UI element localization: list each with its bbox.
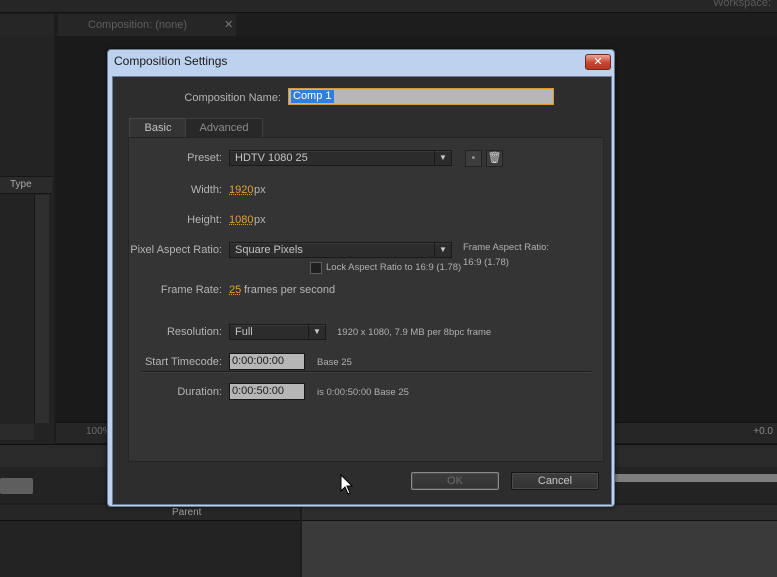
- preset-label: Preset:: [187, 152, 222, 164]
- close-icon[interactable]: ✕: [585, 54, 611, 70]
- duration-label: Duration:: [177, 386, 222, 398]
- resolution-label: Resolution:: [166, 326, 222, 338]
- dialog-body: Composition Name: Comp 1 Basic Advanced …: [112, 76, 612, 505]
- preset-dropdown[interactable]: HDTV 1080 25 ▼: [229, 150, 452, 166]
- tab-advanced[interactable]: Advanced: [185, 118, 263, 137]
- preset-value: HDTV 1080 25: [235, 152, 308, 164]
- basic-settings-panel: Preset: HDTV 1080 25 ▼ ▪ 🗑 Width: 1920 p…: [128, 137, 604, 462]
- chevron-down-icon: ▼: [434, 151, 451, 165]
- width-label: Width:: [190, 184, 222, 196]
- height-unit: px: [254, 214, 266, 226]
- frame-rate-label: Frame Rate:: [160, 284, 222, 296]
- project-panel-header: [0, 14, 54, 37]
- cancel-button[interactable]: Cancel: [511, 472, 599, 490]
- frame-aspect-value: 16:9 (1.78): [463, 257, 509, 268]
- composition-name-input[interactable]: Comp 1: [288, 88, 554, 105]
- mouse-cursor-icon: [340, 474, 354, 495]
- duration-info: is 0:00:50:00 Base 25: [317, 387, 409, 398]
- type-column-label: Type: [10, 179, 32, 190]
- work-area-bar[interactable]: [615, 474, 777, 482]
- start-timecode-label: Start Timecode:: [144, 356, 222, 368]
- chevron-down-icon: ▼: [434, 243, 451, 257]
- time-ruler[interactable]: [302, 505, 777, 521]
- width-unit: px: [254, 184, 266, 196]
- project-scrollbar[interactable]: [34, 195, 49, 423]
- height-value[interactable]: 1080: [229, 214, 253, 226]
- resolution-dropdown[interactable]: Full ▼: [229, 324, 326, 340]
- tab-basic[interactable]: Basic: [129, 118, 187, 138]
- start-timecode-input[interactable]: 0:00:00:00: [229, 353, 305, 370]
- layer-list: [0, 521, 300, 577]
- pixel-aspect-label: Pixel Aspect Ratio:: [130, 244, 222, 256]
- composition-name-value: Comp 1: [291, 90, 334, 103]
- lock-aspect-label: Lock Aspect Ratio to 16:9 (1.78): [326, 262, 462, 273]
- save-preset-icon[interactable]: ▪: [465, 150, 482, 167]
- layer-column-header: [0, 505, 300, 521]
- project-column-header[interactable]: Type: [0, 176, 52, 194]
- ok-button[interactable]: OK: [411, 472, 499, 490]
- app-top-toolbar: Workspace:: [0, 0, 777, 13]
- height-label: Height:: [187, 214, 222, 226]
- composition-tab-close-icon[interactable]: ✕: [224, 18, 233, 31]
- resolution-value: Full: [235, 326, 253, 338]
- pixel-aspect-value: Square Pixels: [235, 244, 303, 256]
- duration-input[interactable]: 0:00:50:00: [229, 383, 305, 400]
- frame-rate-value[interactable]: 25: [229, 284, 241, 296]
- frame-aspect-label: Frame Aspect Ratio:: [463, 242, 550, 253]
- composition-name-label: Composition Name:: [184, 92, 281, 104]
- lock-aspect-checkbox[interactable]: [310, 262, 322, 274]
- exposure-offset[interactable]: +0.0: [753, 426, 773, 437]
- timeline-search-input[interactable]: [0, 478, 33, 494]
- composition-settings-dialog: Composition Settings ✕ Composition Name:…: [107, 49, 615, 507]
- start-timecode-base: Base 25: [317, 357, 352, 368]
- composition-tab-label[interactable]: Composition: (none): [88, 19, 187, 31]
- parent-column-label: Parent: [172, 507, 202, 518]
- workspace-label[interactable]: Workspace:: [713, 0, 771, 9]
- frame-rate-unit: frames per second: [244, 284, 336, 296]
- section-divider: [141, 371, 591, 373]
- delete-preset-icon[interactable]: 🗑: [486, 150, 503, 167]
- resolution-info: 1920 x 1080, 7.9 MB per 8bpc frame: [337, 327, 492, 338]
- chevron-down-icon: ▼: [308, 325, 325, 339]
- project-panel-footer: [0, 424, 34, 440]
- width-value[interactable]: 1920: [229, 184, 253, 196]
- pixel-aspect-dropdown[interactable]: Square Pixels ▼: [229, 242, 452, 258]
- dialog-title: Composition Settings: [114, 54, 228, 68]
